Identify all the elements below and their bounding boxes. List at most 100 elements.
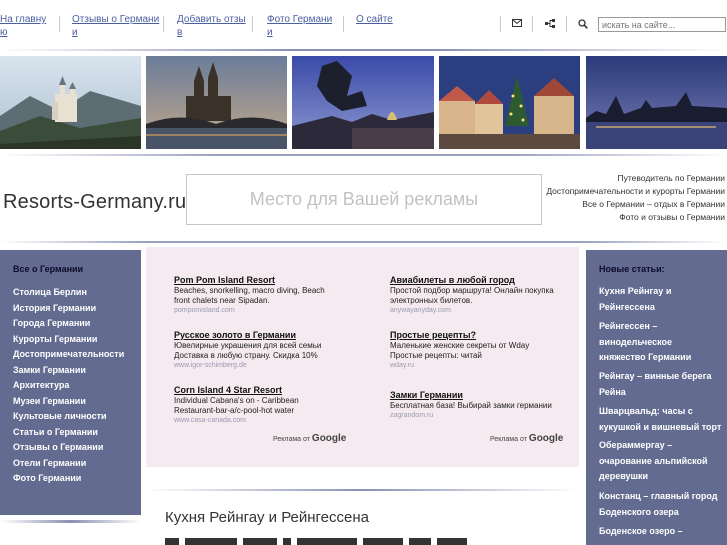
top-divider (0, 49, 727, 51)
ad-item: Простые рецепты? Маленькие женские секре… (390, 330, 590, 371)
nav-reviews-line-1: Отзывы о Германи (72, 14, 160, 25)
sidebar-item-cities[interactable]: Города Германии (13, 318, 90, 328)
nav-reviews-line-2: и (72, 27, 78, 38)
new-article-line: деревушки (599, 471, 649, 481)
sidebar-item-hotels[interactable]: Отели Германии (13, 458, 86, 468)
sidebar-item-articles[interactable]: Статьи о Германии (13, 427, 98, 437)
nav-divider (566, 16, 567, 32)
sidebar-item-museums[interactable]: Музеи Германии (13, 396, 86, 406)
content-divider (146, 489, 579, 491)
new-article-line: Обераммергау – (599, 440, 673, 450)
ad-description: Доставка в любую страну. Скидка 10% (174, 351, 318, 360)
new-article-line: Рейна (599, 386, 626, 397)
ad-description: Individual Cabana's on - Caribbean (174, 396, 299, 405)
photo-frankfurt-christmas-square (439, 56, 580, 149)
sidebar-item-resorts[interactable]: Курорты Германии (13, 334, 97, 344)
new-article-line: Рейнгессен – (599, 321, 658, 331)
nav-divider (500, 16, 501, 32)
header-link-sights[interactable]: Достопримечательности и курорты Германии (546, 186, 725, 196)
right-sidebar-title: Новые статьи: (599, 264, 665, 274)
nav-home-line-2: ю (0, 27, 8, 38)
nav-home-link[interactable]: На главну ю (0, 13, 46, 39)
ad-url[interactable]: www.casa-canada.com (174, 416, 374, 426)
nav-add-review-line-2: в (177, 27, 183, 38)
ad-description: Restaurant-bar-a/c-pool-hot water (174, 406, 295, 415)
ad-item: Corn Island 4 Star Resort Individual Cab… (174, 385, 374, 426)
ad-placeholder-box[interactable]: Место для Вашей рекламы (186, 174, 542, 225)
nav-photos-line-1: Фото Германи (267, 14, 333, 25)
ad-description: Бесплатная база! Выбирай замки германии (390, 401, 552, 410)
sidebar-item-berlin[interactable]: Столица Берлин (13, 287, 87, 297)
ad-url[interactable]: www.igor-schimberg.de (174, 361, 374, 371)
nav-divider (163, 16, 164, 32)
top-navigation: На главну ю Отзывы о Германи и Добавить … (0, 0, 727, 52)
nav-reviews-link[interactable]: Отзывы о Германи и (72, 13, 159, 39)
sidebar-item-sights[interactable]: Достопримечательности (13, 349, 124, 359)
sidebar-item-architecture[interactable]: Архитектура (13, 380, 69, 390)
new-article-line: Боденское озеро – (599, 526, 683, 536)
ad-title-link[interactable]: Pom Pom Island Resort (174, 275, 374, 286)
sidebar-item-personalities[interactable]: Культовые личности (13, 411, 107, 421)
ads-by-google-left[interactable]: Реклама от Google (273, 433, 346, 444)
photo-berlin-statue (292, 56, 434, 149)
header-link-guide[interactable]: Путеводитель по Германии (618, 173, 726, 183)
sitemap-icon[interactable] (544, 19, 556, 31)
header-link-all-about[interactable]: Все о Германии – отдых в Германии (582, 199, 725, 209)
photo-neuschwanstein-castle (0, 56, 141, 149)
new-article-link[interactable]: Рейнгау – винные берега Рейна (599, 369, 724, 400)
ads-by-label: Реклама от (490, 436, 527, 443)
right-sidebar: Новые статьи: Кухня Рейнгау и Рейнгессен… (586, 250, 727, 545)
left-sidebar: Все о Германии Столица Берлин История Ге… (0, 250, 141, 515)
search-input[interactable] (598, 17, 726, 32)
sidebar-item-castles[interactable]: Замки Германии (13, 365, 86, 375)
nav-photos-line-2: и (267, 27, 273, 38)
search-icon[interactable] (577, 19, 589, 31)
new-article-link[interactable]: Боденское озеро – (599, 524, 724, 540)
ad-title-link[interactable]: Авиабилеты в любой город (390, 275, 590, 286)
ad-title-link[interactable]: Русское золото в Германии (174, 330, 374, 341)
sidebar-item-history[interactable]: История Германии (13, 303, 96, 313)
article-title: Кухня Рейнгау и Рейнгессена (165, 509, 369, 526)
header-divider (0, 241, 727, 243)
ad-placeholder-text: Место для Вашей рекламы (249, 189, 479, 209)
ad-item: Pom Pom Island Resort Beaches, snorkelli… (174, 275, 374, 316)
ad-title-link[interactable]: Corn Island 4 Star Resort (174, 385, 374, 396)
new-article-link[interactable]: Шварцвальд: часы с кукушкой и вишневый т… (599, 404, 724, 435)
mail-icon[interactable] (511, 19, 523, 31)
article-text-cropped (165, 538, 565, 545)
nav-about-link[interactable]: О сайте (356, 13, 393, 26)
ad-item: Авиабилеты в любой город Простой подбор … (390, 275, 590, 316)
new-article-line: Боденского озера (599, 506, 679, 517)
header-link-photos-reviews[interactable]: Фото и отзывы о Германии (619, 212, 725, 222)
new-article-link[interactable]: Кухня Рейнгау и Рейнгессена (599, 284, 724, 315)
ad-title-link[interactable]: Замки Германии (390, 390, 590, 401)
new-article-line: Кухня Рейнгау и (599, 286, 672, 296)
ad-url[interactable]: anywayanyday.com (390, 306, 590, 316)
ad-description: Простой подбор маршрута! Онлайн покупка (390, 286, 554, 295)
left-sidebar-divider (0, 520, 141, 523)
new-article-line: княжество Германии (599, 352, 692, 362)
ads-by-google-right[interactable]: Реклама от Google (490, 433, 563, 444)
nav-add-review-link[interactable]: Добавить отзы в (177, 13, 246, 39)
ad-title-link[interactable]: Простые рецепты? (390, 330, 590, 341)
ad-url[interactable]: wday.ru (390, 361, 590, 371)
new-article-link[interactable]: Обераммергау – очарование альпийской дер… (599, 438, 724, 485)
sidebar-item-reviews[interactable]: Отзывы о Германии (13, 442, 103, 452)
ads-by-label: Реклама от (273, 436, 310, 443)
ad-url[interactable]: zagrandom.ru (390, 411, 590, 421)
left-sidebar-title: Все о Германии (13, 264, 84, 274)
ad-description: front chalets near Sipadan. (174, 296, 270, 305)
google-logo: Google (528, 433, 564, 444)
photo-strip-divider (0, 154, 727, 156)
site-title[interactable]: Resorts-Germany.ru (3, 191, 186, 214)
new-article-link[interactable]: Констанц – главный город Боденского озер… (599, 489, 724, 520)
new-article-link[interactable]: Рейнгессен – винодельческое княжество Ге… (599, 319, 724, 366)
new-article-line: очарование альпийской (599, 455, 708, 466)
sidebar-item-photos[interactable]: Фото Германии (13, 473, 81, 483)
nav-divider (252, 16, 253, 32)
ad-url[interactable]: pompomisland.com (174, 306, 374, 316)
ad-block-area: Pom Pom Island Resort Beaches, snorkelli… (146, 247, 579, 467)
nav-photos-link[interactable]: Фото Германи и (267, 13, 332, 39)
nav-divider (532, 16, 533, 32)
nav-home-line-1: На главну (0, 14, 47, 25)
